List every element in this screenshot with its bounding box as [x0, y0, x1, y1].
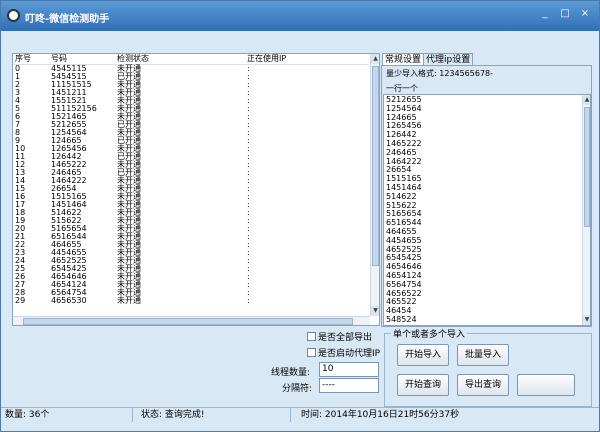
threads-input[interactable]: 10 [319, 362, 379, 377]
separator-label: 分隔符: [282, 384, 313, 394]
checkbox-box[interactable] [307, 348, 316, 357]
export-query-button[interactable]: 导出查询 [457, 374, 509, 396]
title-bar: 叮咚-微信检测助手 _ □ × [1, 1, 599, 31]
import-format-hint: 量少导入格式: 1234565678- [386, 69, 494, 78]
export-all-label: 是否全部导出 [318, 333, 373, 343]
table-horizontal-scrollbar[interactable] [13, 316, 370, 325]
close-button[interactable]: × [578, 8, 592, 20]
h-scroll-thumb[interactable] [23, 318, 353, 325]
window-title: 叮咚-微信检测助手 [25, 14, 110, 25]
row-index: 29 [15, 296, 26, 305]
separator-input[interactable]: ---- [319, 378, 379, 393]
textarea-scrollbar[interactable]: ▲ ▼ [582, 95, 590, 325]
checkbox-box[interactable] [307, 332, 316, 341]
start-import-button[interactable]: 开始导入 [397, 344, 449, 366]
one-per-line-hint: 一行一个 [386, 84, 418, 93]
import-group: 单个或者多个导入 开始导入 批量导入 开始查询 导出查询 [384, 327, 592, 407]
status-bar: 数量: 36个 状态: 查询完成! 时间: 2014年10月16日21时56分3… [1, 407, 599, 431]
scroll-thumb[interactable] [372, 66, 379, 266]
scroll-up-arrow-icon[interactable]: ▲ [371, 54, 379, 64]
table-body: 0 4545115 未开通:1 5454515 已开通:2 11151515 未开通:3 14… [13, 65, 369, 305]
scroll-down-arrow-icon[interactable]: ▼ [371, 306, 379, 316]
textarea-scroll-thumb[interactable] [584, 107, 590, 227]
import-numbers-text: 5212655 1254564 124665 1265456 126442 14… [386, 95, 422, 325]
col-header-number[interactable]: 号码 [51, 55, 67, 63]
textarea-scroll-down-icon[interactable]: ▼ [583, 315, 590, 325]
state-label: 状态: [141, 410, 163, 420]
minimize-button[interactable]: _ [538, 8, 552, 20]
count-status: 数量: 36个 [5, 408, 133, 422]
maximize-button[interactable]: □ [558, 8, 572, 20]
count-label: 数量: [5, 410, 27, 420]
col-header-ip[interactable]: 正在使用IP [247, 55, 286, 63]
col-header-status[interactable]: 检测状态 [117, 55, 149, 63]
threads-label: 线程数量: [271, 368, 311, 378]
state-value: 查询完成! [164, 410, 205, 420]
clear-button[interactable] [517, 374, 575, 396]
state-status: 状态: 查询完成! [141, 408, 291, 422]
options-panel: 是否全部导出 是否启动代理IP 线程数量: 10 分隔符: ---- [12, 327, 380, 408]
app-logo-icon [7, 9, 20, 22]
time-label: 时间: [301, 410, 323, 420]
row-ip: : [247, 296, 250, 305]
import-numbers-textarea[interactable]: 5212655 1254564 124665 1265456 126442 14… [383, 94, 591, 326]
results-table[interactable]: 序号 号码 检测状态 正在使用IP 0 4545115 未开通:1 5454515 已开… [12, 53, 380, 326]
app-window: 叮咚-微信检测助手 _ □ × 序号 号码 检测状态 正在使用IP 0 45451… [0, 0, 600, 432]
start-query-button[interactable]: 开始查询 [397, 374, 449, 396]
use-proxy-label: 是否启动代理IP [318, 349, 381, 359]
col-header-index[interactable]: 序号 [15, 55, 31, 63]
time-value: 2014年10月16日21时56分37秒 [324, 410, 460, 420]
row-number: 4656530 [51, 296, 87, 305]
count-value: 36个 [28, 410, 50, 420]
table-row[interactable]: 29 4656530 未开通: [13, 297, 369, 305]
use-proxy-checkbox[interactable]: 是否启动代理IP [307, 346, 380, 359]
table-vertical-scrollbar[interactable]: ▲ ▼ [370, 54, 379, 316]
import-group-title: 单个或者多个导入 [391, 327, 468, 340]
time-status: 时间: 2014年10月16日21时56分37秒 [301, 408, 481, 422]
row-status: 未开通 [117, 296, 141, 305]
batch-import-button[interactable]: 批量导入 [457, 344, 509, 366]
export-all-checkbox[interactable]: 是否全部导出 [307, 330, 372, 343]
settings-panel: 量少导入格式: 1234565678- 一行一个 5212655 1254564… [381, 65, 592, 327]
textarea-scroll-up-icon[interactable]: ▲ [583, 95, 590, 105]
